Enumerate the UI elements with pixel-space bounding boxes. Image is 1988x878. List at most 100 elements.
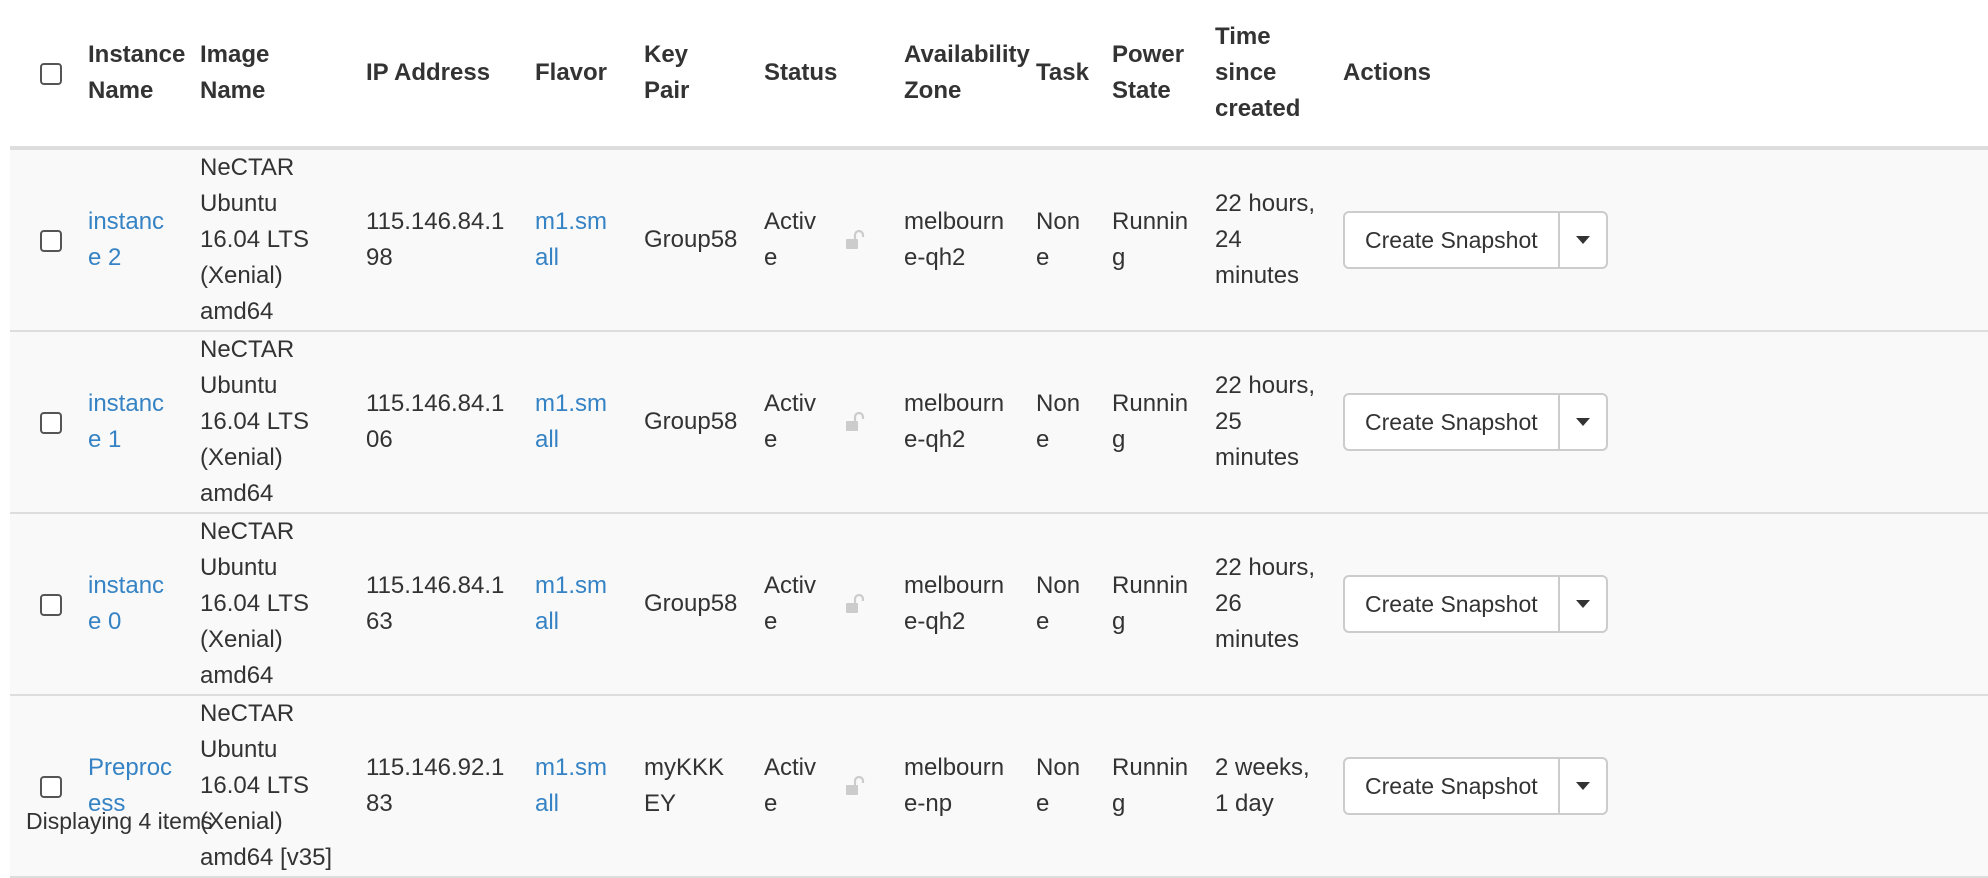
status-cell: Active xyxy=(748,513,828,696)
task-cell: None xyxy=(1020,513,1097,696)
header-power-state[interactable]: Power State xyxy=(1096,0,1200,150)
instance-name-cell: instance 1 xyxy=(72,331,184,514)
row-checkbox[interactable] xyxy=(40,593,62,616)
instance-name-link[interactable]: instance 2 xyxy=(88,208,164,271)
image-name-cell: NeCTAR Ubuntu 16.04 LTS (Xenial) amd64 xyxy=(184,513,350,696)
flavor-cell: m1.small xyxy=(519,513,628,696)
select-all-checkbox[interactable] xyxy=(40,62,62,85)
table-row: instance 1 NeCTAR Ubuntu 16.04 LTS (Xeni… xyxy=(10,331,1988,514)
header-status[interactable]: Status xyxy=(748,0,889,150)
header-availability-zone[interactable]: Availability Zone xyxy=(888,0,1030,150)
power-state-cell: Running xyxy=(1096,513,1200,696)
flavor-link[interactable]: m1.small xyxy=(535,754,607,817)
row-select-cell xyxy=(10,513,72,696)
task-cell: None xyxy=(1020,148,1097,332)
instance-name-cell: instance 2 xyxy=(72,148,184,332)
row-checkbox[interactable] xyxy=(40,411,62,434)
actions-cell: Create Snapshot xyxy=(1327,513,1988,696)
header-time-since-created[interactable]: Time since created xyxy=(1199,0,1328,150)
header-flavor[interactable]: Flavor xyxy=(519,0,628,150)
create-snapshot-button[interactable]: Create Snapshot xyxy=(1345,759,1560,813)
table-row: Preprocess NeCTAR Ubuntu 16.04 LTS (Xeni… xyxy=(10,695,1988,878)
power-state-cell: Running xyxy=(1096,331,1200,514)
caret-down-icon xyxy=(1575,600,1590,608)
lock-open-icon xyxy=(844,229,878,251)
availability-zone-cell: melbourne-qh2 xyxy=(888,513,1021,696)
time-since-created-cell: 22 hours, 26 minutes xyxy=(1199,513,1328,696)
actions-button-group: Create Snapshot xyxy=(1343,575,1608,633)
table-row: instance 0 NeCTAR Ubuntu 16.04 LTS (Xeni… xyxy=(10,513,1988,696)
image-name-cell: NeCTAR Ubuntu 16.04 LTS (Xenial) amd64 xyxy=(184,331,350,514)
lock-cell xyxy=(828,331,889,514)
actions-dropdown-toggle[interactable] xyxy=(1560,395,1606,449)
instances-table-container: Instance Name Image Name IP Address Flav… xyxy=(10,0,1988,878)
header-ip-address[interactable]: IP Address xyxy=(350,0,519,150)
availability-zone-cell: melbourne-qh2 xyxy=(888,148,1021,332)
row-select-cell xyxy=(10,148,72,332)
lock-cell xyxy=(828,148,889,332)
ip-address-cell: 115.146.92.183 xyxy=(350,695,519,878)
select-all-header xyxy=(10,0,72,150)
image-name-cell: NeCTAR Ubuntu 16.04 LTS (Xenial) amd64 xyxy=(184,148,350,332)
row-select-cell xyxy=(10,331,72,514)
instance-name-cell: instance 0 xyxy=(72,513,184,696)
key-pair-cell: myKKKEY xyxy=(628,695,748,878)
time-since-created-cell: 2 weeks, 1 day xyxy=(1199,695,1328,878)
header-actions: Actions xyxy=(1327,0,1988,150)
flavor-link[interactable]: m1.small xyxy=(535,572,607,635)
power-state-cell: Running xyxy=(1096,695,1200,878)
actions-cell: Create Snapshot xyxy=(1327,148,1988,332)
actions-button-group: Create Snapshot xyxy=(1343,393,1608,451)
caret-down-icon xyxy=(1575,782,1590,790)
time-since-created-cell: 22 hours, 25 minutes xyxy=(1199,331,1328,514)
caret-down-icon xyxy=(1575,236,1590,244)
ip-address-cell: 115.146.84.198 xyxy=(350,148,519,332)
task-cell: None xyxy=(1020,695,1097,878)
status-cell: Active xyxy=(748,148,828,332)
availability-zone-cell: melbourne-np xyxy=(888,695,1021,878)
lock-open-icon xyxy=(844,775,878,797)
key-pair-cell: Group58 xyxy=(628,148,748,332)
table-body: instance 2 NeCTAR Ubuntu 16.04 LTS (Xeni… xyxy=(10,148,1988,878)
instance-name-cell: Preprocess xyxy=(72,695,184,878)
header-image-name[interactable]: Image Name xyxy=(184,0,350,150)
ip-address-cell: 115.146.84.106 xyxy=(350,331,519,514)
header-instance-name[interactable]: Instance Name xyxy=(72,0,185,150)
table-header-row: Instance Name Image Name IP Address Flav… xyxy=(10,0,1988,150)
actions-dropdown-toggle[interactable] xyxy=(1560,577,1606,631)
create-snapshot-button[interactable]: Create Snapshot xyxy=(1345,577,1560,631)
actions-dropdown-toggle[interactable] xyxy=(1560,213,1606,267)
table-row: instance 2 NeCTAR Ubuntu 16.04 LTS (Xeni… xyxy=(10,148,1988,332)
lock-cell xyxy=(828,513,889,696)
instance-name-link[interactable]: instance 1 xyxy=(88,390,164,453)
create-snapshot-button[interactable]: Create Snapshot xyxy=(1345,213,1560,267)
flavor-cell: m1.small xyxy=(519,695,628,878)
task-cell: None xyxy=(1020,331,1097,514)
row-checkbox[interactable] xyxy=(40,775,62,798)
actions-cell: Create Snapshot xyxy=(1327,331,1988,514)
actions-button-group: Create Snapshot xyxy=(1343,757,1608,815)
row-checkbox[interactable] xyxy=(40,229,62,252)
lock-open-icon xyxy=(844,411,878,433)
instance-name-link[interactable]: instance 0 xyxy=(88,572,164,635)
power-state-cell: Running xyxy=(1096,148,1200,332)
row-select-cell xyxy=(10,695,72,878)
key-pair-cell: Group58 xyxy=(628,513,748,696)
time-since-created-cell: 22 hours, 24 minutes xyxy=(1199,148,1328,332)
header-task[interactable]: Task xyxy=(1020,0,1097,150)
key-pair-cell: Group58 xyxy=(628,331,748,514)
ip-address-cell: 115.146.84.163 xyxy=(350,513,519,696)
flavor-link[interactable]: m1.small xyxy=(535,208,607,271)
lock-open-icon xyxy=(844,593,878,615)
instances-table: Instance Name Image Name IP Address Flav… xyxy=(10,0,1988,878)
actions-dropdown-toggle[interactable] xyxy=(1560,759,1606,813)
status-cell: Active xyxy=(748,695,828,878)
lock-cell xyxy=(828,695,889,878)
availability-zone-cell: melbourne-qh2 xyxy=(888,331,1021,514)
flavor-link[interactable]: m1.small xyxy=(535,390,607,453)
status-cell: Active xyxy=(748,331,828,514)
create-snapshot-button[interactable]: Create Snapshot xyxy=(1345,395,1560,449)
flavor-cell: m1.small xyxy=(519,331,628,514)
header-key-pair[interactable]: Key Pair xyxy=(628,0,748,150)
flavor-cell: m1.small xyxy=(519,148,628,332)
